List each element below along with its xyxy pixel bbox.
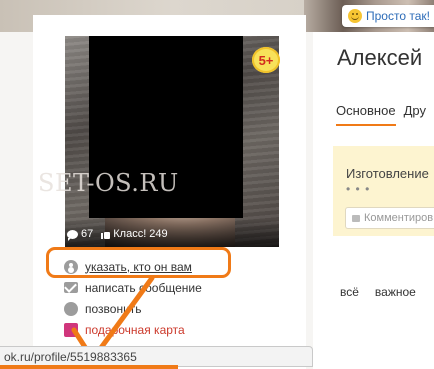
status-bar-url: ok.ru/profile/5519883365 bbox=[0, 346, 313, 367]
status-underline-annotation bbox=[0, 365, 178, 369]
arrow-annotation bbox=[71, 275, 155, 361]
